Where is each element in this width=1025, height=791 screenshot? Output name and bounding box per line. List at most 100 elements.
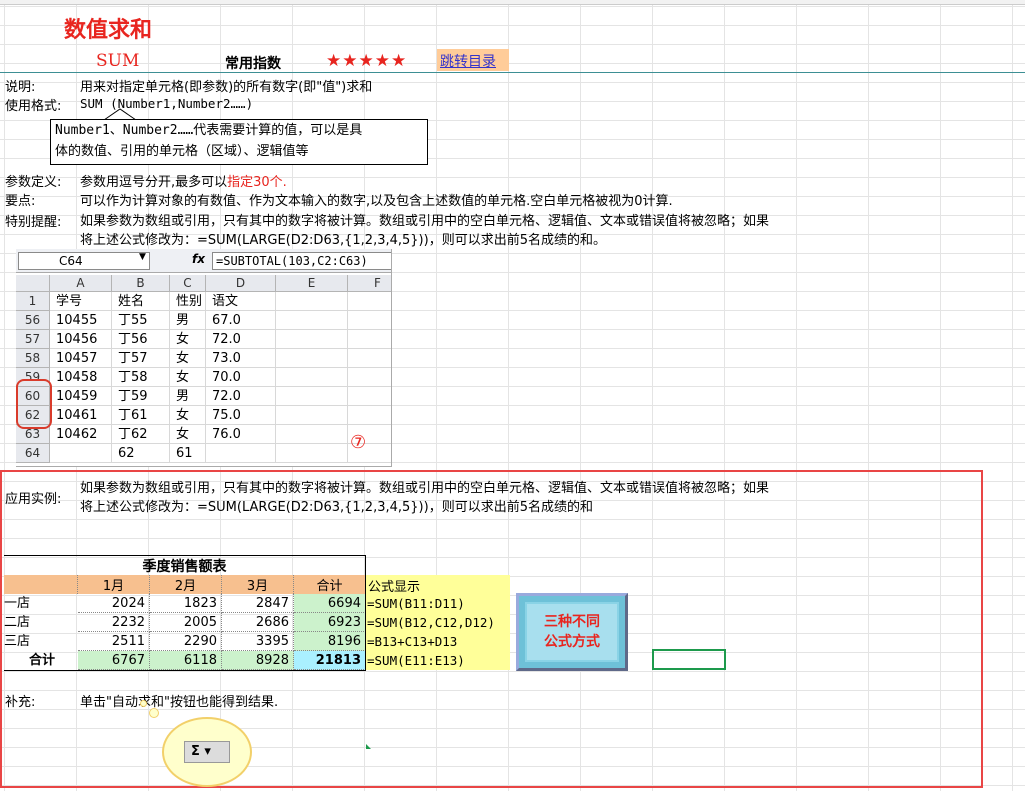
sheet-cell[interactable] [276, 368, 348, 387]
sheet-cell[interactable]: 语文 [206, 292, 276, 311]
autosum-icon[interactable]: Σ ▾ [184, 741, 230, 763]
sheet-cell[interactable]: 61 [170, 444, 206, 463]
sales-cell[interactable]: 3395 [222, 632, 294, 651]
sheet-cell[interactable] [276, 349, 348, 368]
sheet-cell[interactable]: 学号 [50, 292, 112, 311]
row-header[interactable]: 58 [16, 349, 50, 368]
sheet-cell[interactable]: 姓名 [112, 292, 170, 311]
sales-cell[interactable]: 6767 [78, 651, 150, 670]
sheet-cell[interactable] [348, 368, 391, 387]
sales-cell[interactable]: 2686 [222, 613, 294, 632]
sheet-cell[interactable]: 丁61 [112, 406, 170, 425]
sales-cell[interactable]: 8928 [222, 651, 294, 670]
sales-cell[interactable]: 8196 [294, 632, 366, 651]
sales-cell[interactable]: 2290 [150, 632, 222, 651]
sheet-cell[interactable]: 丁55 [112, 311, 170, 330]
sales-cell[interactable]: 6694 [294, 594, 366, 613]
row-header[interactable]: 56 [16, 311, 50, 330]
sheet-cell[interactable] [348, 292, 391, 311]
sheet-cell[interactable]: 女 [170, 368, 206, 387]
col-header-b[interactable]: B [112, 275, 170, 292]
formula-text: =SUM(E11:E13) [367, 653, 465, 668]
sheet-cell[interactable]: 男 [170, 387, 206, 406]
sales-cell[interactable]: 21813 [294, 651, 366, 670]
sheet-cell[interactable]: 62 [112, 444, 170, 463]
sales-cell[interactable]: 6118 [150, 651, 222, 670]
sheet-cell[interactable]: 67.0 [206, 311, 276, 330]
col-header-d[interactable]: D [206, 275, 276, 292]
sheet-cell[interactable]: 女 [170, 330, 206, 349]
sheet-cell[interactable]: 10457 [50, 349, 112, 368]
jump-to-index-link[interactable]: 跳转目录 [437, 49, 509, 71]
sheet-cell[interactable] [348, 349, 391, 368]
sheet-cell[interactable] [348, 311, 391, 330]
sheet-cell[interactable] [348, 330, 391, 349]
sales-table-title: 季度销售额表 [4, 556, 366, 575]
formula-text: =SUM(B11:D11) [367, 596, 465, 611]
sheet-cell[interactable]: 10459 [50, 387, 112, 406]
sheet-cell[interactable]: 10456 [50, 330, 112, 349]
sheet-cell[interactable]: 10458 [50, 368, 112, 387]
col-header-f[interactable]: F [348, 275, 391, 292]
comment-indicator [366, 744, 371, 749]
sheet-cell[interactable]: 女 [170, 425, 206, 444]
formula-text: =B13+C13+D13 [367, 634, 458, 649]
sheet-cell[interactable] [276, 330, 348, 349]
example-line-2: 将上述公式修改为：=SUM(LARGE(D2:D63,{1,2,3,4,5}))… [80, 500, 593, 515]
sheet-cell[interactable] [348, 406, 391, 425]
sales-cell[interactable]: 1823 [150, 594, 222, 613]
sheet-cell[interactable]: 女 [170, 406, 206, 425]
sheet-cell[interactable]: 丁62 [112, 425, 170, 444]
selected-cell[interactable] [652, 649, 726, 670]
sheet-cell[interactable]: 70.0 [206, 368, 276, 387]
sheet-cell[interactable]: 76.0 [206, 425, 276, 444]
corner-header[interactable] [16, 275, 50, 292]
sheet-cell[interactable]: 性别 [170, 292, 206, 311]
sheet-cell[interactable]: 丁57 [112, 349, 170, 368]
three-formula-methods-button[interactable]: 三种不同 公式方式 [516, 593, 628, 671]
col-header-c[interactable]: C [170, 275, 206, 292]
sheet-cell[interactable] [276, 387, 348, 406]
formula-display-header: 公式显示 [368, 580, 421, 595]
row-header[interactable]: 64 [16, 444, 50, 463]
sheet-cell[interactable] [276, 292, 348, 311]
sheet-cell[interactable]: 75.0 [206, 406, 276, 425]
sheet-cell[interactable]: 72.0 [206, 330, 276, 349]
sheet-cell[interactable] [276, 425, 348, 444]
formula-input[interactable]: =SUBTOTAL(103,C2:C63) [212, 252, 391, 270]
sheet-cell[interactable] [276, 311, 348, 330]
sheet-cell[interactable]: 女 [170, 349, 206, 368]
sales-cell[interactable]: 6923 [294, 613, 366, 632]
sheet-cell[interactable] [50, 444, 112, 463]
usage-callout: Number1、Number2……代表需要计算的值，可以是具 体的数值、引用的单… [50, 119, 428, 165]
sheet-cell[interactable]: 丁56 [112, 330, 170, 349]
sheet-cell[interactable]: 72.0 [206, 387, 276, 406]
column-header-strip [0, 0, 1025, 5]
sales-cell[interactable]: 2005 [150, 613, 222, 632]
row-header[interactable]: 1 [16, 292, 50, 311]
sales-cell[interactable]: 2847 [222, 594, 294, 613]
row-header[interactable]: 57 [16, 330, 50, 349]
param-label: 参数定义: [5, 175, 62, 190]
sheet-cell[interactable]: 10455 [50, 311, 112, 330]
sales-cell[interactable]: 2024 [78, 594, 150, 613]
sheet-cell[interactable] [276, 444, 348, 463]
chevron-down-icon[interactable]: ▼ [139, 252, 146, 262]
sheet-cell[interactable]: 73.0 [206, 349, 276, 368]
store-name: 三店 [4, 634, 31, 649]
sheet-cell[interactable]: 丁59 [112, 387, 170, 406]
sheet-cell[interactable] [348, 387, 391, 406]
fx-icon[interactable]: fx [192, 252, 205, 266]
sheet-cell[interactable] [206, 444, 276, 463]
col-header-a[interactable]: A [50, 275, 112, 292]
sheet-cell[interactable] [276, 406, 348, 425]
sheet-cell[interactable]: 男 [170, 311, 206, 330]
name-box[interactable]: C64 [18, 252, 150, 270]
store-name: 一店 [4, 596, 31, 611]
sales-cell[interactable]: 2511 [78, 632, 150, 651]
sheet-cell[interactable]: 10462 [50, 425, 112, 444]
col-header-e[interactable]: E [276, 275, 348, 292]
sheet-cell[interactable]: 10461 [50, 406, 112, 425]
sheet-cell[interactable]: 丁58 [112, 368, 170, 387]
sales-cell[interactable]: 2232 [78, 613, 150, 632]
